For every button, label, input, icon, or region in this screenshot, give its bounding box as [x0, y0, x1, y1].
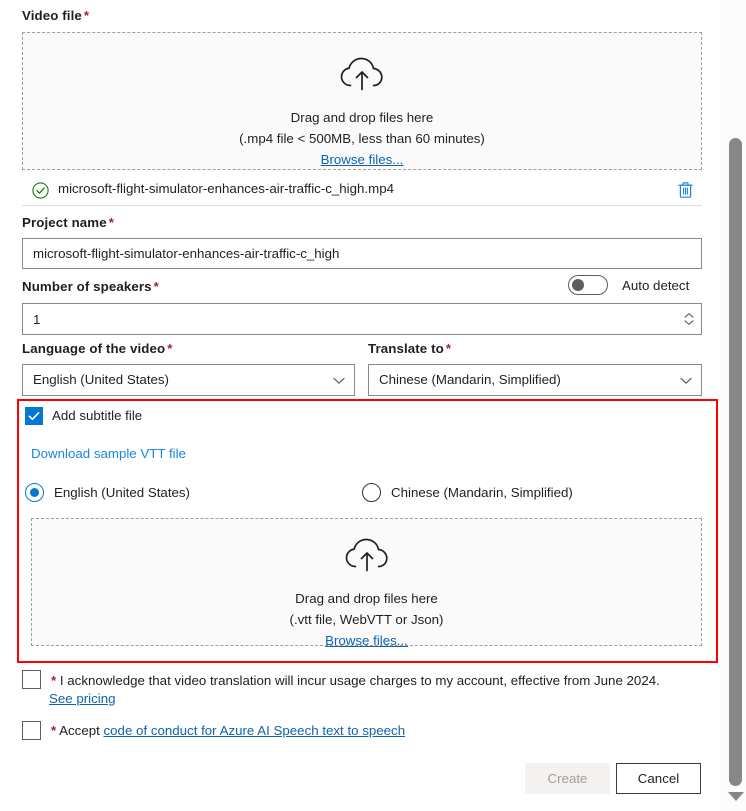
- auto-detect-label: Auto detect: [622, 278, 690, 293]
- auto-detect-toggle-knob: [572, 279, 584, 291]
- video-language-required-asterisk: *: [167, 341, 173, 356]
- video-dropzone-line2: (.mp4 file < 500MB, less than 60 minutes…: [239, 131, 485, 146]
- video-dropzone[interactable]: Drag and drop files here (.mp4 file < 50…: [22, 32, 702, 170]
- project-name-label-text: Project name: [22, 215, 107, 230]
- chevron-down-icon: [333, 377, 345, 384]
- vertical-scrollbar[interactable]: [721, 0, 746, 811]
- video-language-label-text: Language of the video: [22, 341, 166, 356]
- project-name-required-asterisk: *: [108, 215, 114, 230]
- trash-icon[interactable]: [677, 181, 694, 202]
- stepper-up-icon: [684, 313, 694, 318]
- translate-to-label: Translate to *: [368, 341, 451, 357]
- check-circle-icon: [32, 182, 49, 202]
- video-language-dropdown[interactable]: English (United States): [22, 364, 355, 396]
- code-of-conduct-checkbox[interactable]: [22, 721, 41, 740]
- translate-to-label-text: Translate to: [368, 341, 444, 356]
- number-of-speakers-label: Number of speakers *: [22, 279, 159, 295]
- radio-dot: [30, 488, 39, 497]
- stepper-down-icon: [684, 320, 694, 325]
- number-of-speakers-label-text: Number of speakers: [22, 279, 152, 294]
- usage-charges-text: I acknowledge that video translation wil…: [59, 673, 660, 688]
- subtitle-language-radio-chinese-label: Chinese (Mandarin, Simplified): [391, 485, 573, 500]
- subtitle-dropzone-line2: (.vtt file, WebVTT or Json): [289, 612, 444, 627]
- translate-to-required-asterisk: *: [445, 341, 452, 356]
- create-button[interactable]: Create: [525, 763, 610, 794]
- subtitle-browse-files-link[interactable]: Browse files...: [325, 630, 408, 651]
- video-file-label-text: Video file: [22, 8, 82, 23]
- translate-to-value: Chinese (Mandarin, Simplified): [379, 372, 561, 387]
- auto-detect-toggle[interactable]: [568, 275, 608, 295]
- code-of-conduct-text: Accept: [59, 723, 100, 738]
- subtitle-dropzone[interactable]: Drag and drop files here (.vtt file, Web…: [31, 518, 702, 648]
- triangle-down-icon[interactable]: [728, 792, 744, 801]
- video-file-label: Video file *: [22, 8, 89, 24]
- usage-charges-required-asterisk: *: [51, 673, 57, 688]
- chevron-down-icon: [680, 377, 692, 384]
- cloud-upload-icon: [32, 536, 701, 577]
- number-of-speakers-field[interactable]: [22, 303, 702, 335]
- translate-to-dropdown[interactable]: Chinese (Mandarin, Simplified): [368, 364, 702, 396]
- download-sample-vtt-link[interactable]: Download sample VTT file: [31, 446, 186, 461]
- subtitle-language-radio-english-label: English (United States): [54, 485, 190, 500]
- check-icon: [28, 412, 40, 421]
- form-content: Video file * Drag and drop files here (.m…: [0, 0, 722, 811]
- scrollbar-thumb[interactable]: [729, 138, 742, 786]
- cloud-upload-icon: [23, 55, 701, 96]
- video-translation-create-form: Video file * Drag and drop files here (.m…: [0, 0, 746, 811]
- uploaded-file-row: microsoft-flight-simulator-enhances-air-…: [22, 178, 702, 206]
- uploaded-file-name: microsoft-flight-simulator-enhances-air-…: [58, 181, 394, 196]
- number-of-speakers-input[interactable]: [23, 304, 679, 334]
- quantity-stepper[interactable]: [678, 305, 700, 333]
- video-language-value: English (United States): [33, 372, 169, 387]
- subtitle-language-radio-english[interactable]: [25, 483, 44, 502]
- code-of-conduct-text-block: * Accept code of conduct for Azure AI Sp…: [49, 722, 699, 740]
- video-language-label: Language of the video *: [22, 341, 173, 357]
- add-subtitle-file-label: Add subtitle file: [52, 408, 143, 423]
- add-subtitle-file-checkbox[interactable]: [25, 407, 43, 425]
- subtitle-language-radio-chinese[interactable]: [362, 483, 381, 502]
- project-name-input[interactable]: [22, 238, 702, 269]
- video-dropzone-line1: Drag and drop files here: [290, 110, 434, 125]
- cancel-button[interactable]: Cancel: [616, 763, 701, 794]
- video-browse-files-link[interactable]: Browse files...: [321, 149, 404, 170]
- video-file-required-asterisk: *: [83, 8, 90, 23]
- see-pricing-link[interactable]: See pricing: [49, 691, 116, 706]
- code-of-conduct-required-asterisk: *: [51, 723, 57, 738]
- number-of-speakers-required-asterisk: *: [153, 279, 159, 294]
- code-of-conduct-link[interactable]: code of conduct for Azure AI Speech text…: [104, 723, 406, 738]
- usage-charges-checkbox[interactable]: [22, 670, 41, 689]
- project-name-label: Project name *: [22, 215, 114, 231]
- subtitle-dropzone-line1: Drag and drop files here: [295, 591, 438, 606]
- usage-charges-text-block: * I acknowledge that video translation w…: [49, 672, 699, 708]
